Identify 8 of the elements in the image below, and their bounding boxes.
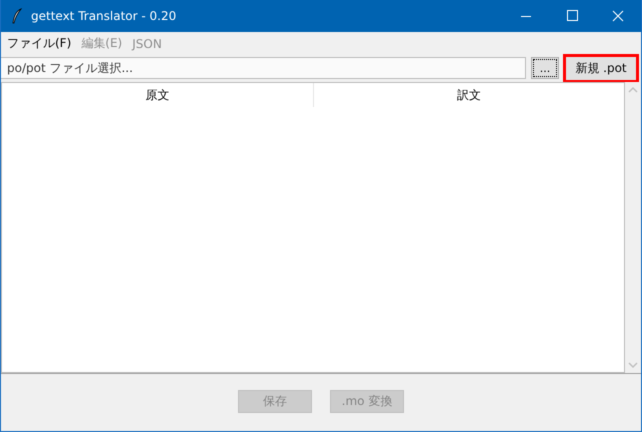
new-pot-button[interactable]: 新規 .pot	[563, 54, 639, 82]
column-header[interactable]: 原文	[2, 83, 314, 107]
column-header[interactable]: 訳文	[314, 83, 624, 107]
file-path-field[interactable]: po/pot ファイル選択...	[1, 57, 526, 79]
window-title: gettext Translator - 0.20	[31, 9, 176, 23]
feather-icon	[12, 8, 22, 24]
menu-item[interactable]: ファイル(F)	[7, 35, 72, 52]
browse-button[interactable]: ...	[531, 57, 559, 79]
